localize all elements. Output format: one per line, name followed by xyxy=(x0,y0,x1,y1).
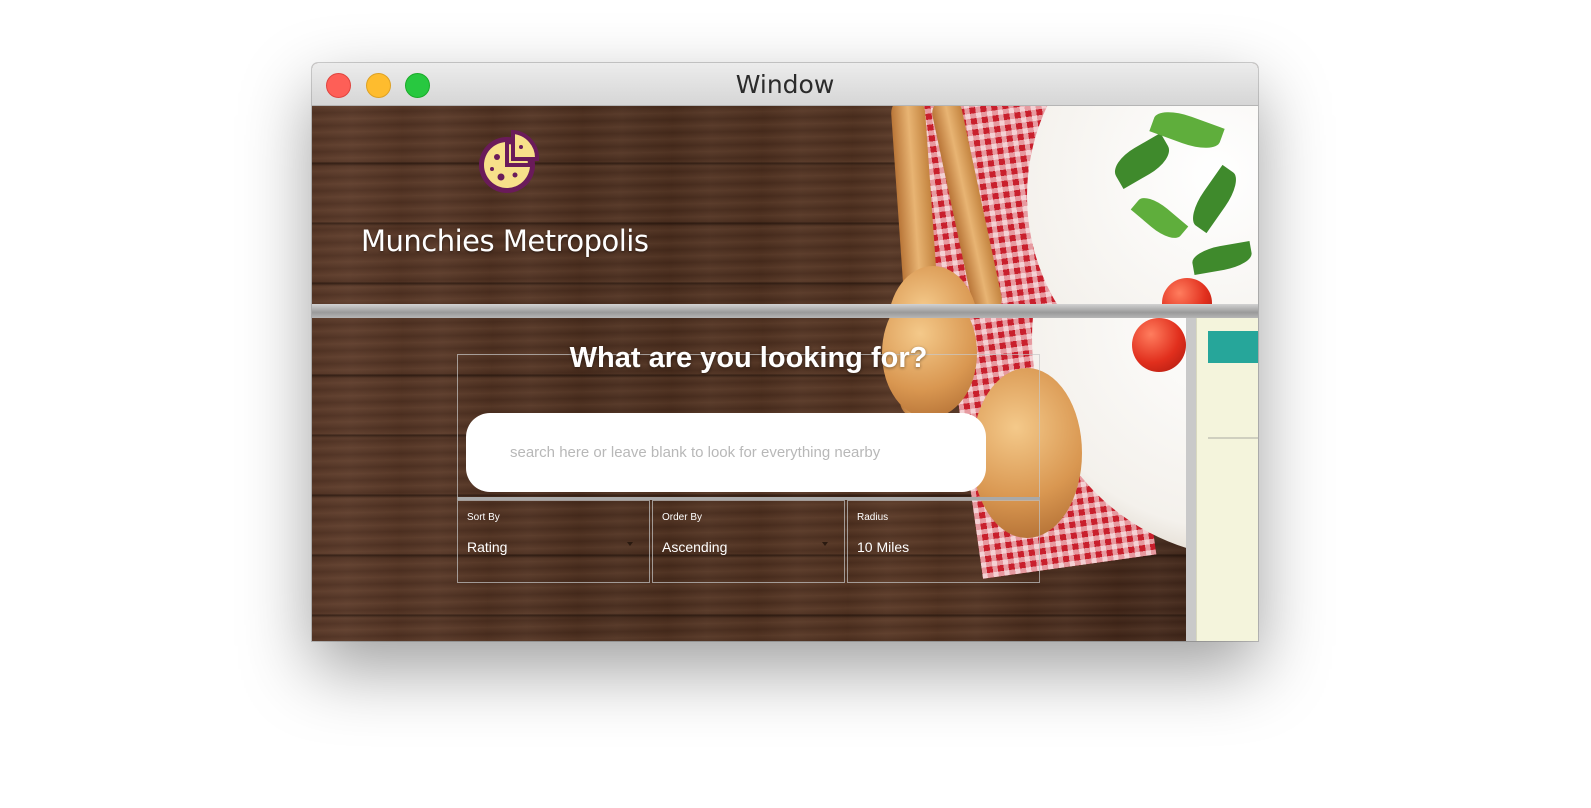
order-by-label: Order By xyxy=(662,512,703,523)
radius-label: Radius xyxy=(857,512,889,523)
sort-by-select[interactable]: Sort By Rating xyxy=(457,500,650,583)
search-heading: What are you looking for? xyxy=(569,342,928,374)
search-section: What are you looking for? Sort By Rating… xyxy=(312,318,1186,641)
radius-select[interactable]: Radius 10 Miles xyxy=(847,500,1040,583)
window-title: Window xyxy=(735,70,835,99)
results-action-button[interactable] xyxy=(1208,331,1258,363)
pizza-icon xyxy=(477,127,540,199)
search-form: What are you looking for? Sort By Rating… xyxy=(457,342,1040,584)
brand-title: Munchies Metropolis xyxy=(361,224,649,258)
app-window: Window Munchies Metropolis What are you … xyxy=(312,63,1258,641)
sort-by-label: Sort By xyxy=(467,512,500,523)
results-panel xyxy=(1196,318,1258,641)
order-by-select[interactable]: Order By Ascending xyxy=(652,500,845,583)
radius-value: 10 Miles xyxy=(857,539,910,555)
chevron-down-icon xyxy=(822,542,828,546)
search-input[interactable] xyxy=(466,413,986,492)
section-divider[interactable] xyxy=(312,304,1258,318)
title-bar[interactable]: Window xyxy=(312,63,1258,106)
results-sidebar xyxy=(1186,318,1258,641)
chevron-down-icon xyxy=(627,542,633,546)
order-by-value: Ascending xyxy=(662,539,728,555)
header-banner: Munchies Metropolis xyxy=(312,106,1258,304)
tomato-decoration xyxy=(1132,318,1186,372)
sort-by-value: Rating xyxy=(467,539,508,555)
panel-divider xyxy=(1208,437,1258,439)
